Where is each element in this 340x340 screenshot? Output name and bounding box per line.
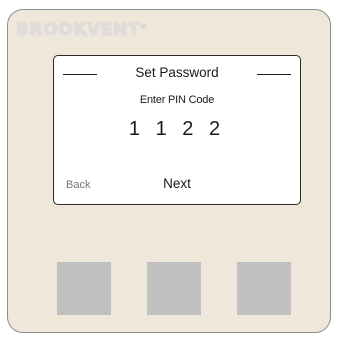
registered-mark: ® [140,22,148,31]
left-button[interactable] [57,262,111,315]
title-rule-right [257,74,291,75]
screen-title: Set Password [135,65,219,80]
pin-code-value: 1 1 2 2 [128,118,226,140]
brand-name: BROOKVENT [16,20,141,40]
brand-logo: BROOKVENT® [16,20,148,40]
right-button[interactable] [237,262,291,315]
next-softkey[interactable]: Next [54,176,300,191]
middle-button[interactable] [147,262,201,315]
control-panel: BROOKVENT® Set Password Enter PIN Code 1… [7,9,331,333]
display-screen: Set Password Enter PIN Code 1 1 2 2 Back… [53,55,301,205]
pin-prompt: Enter PIN Code [139,94,215,106]
